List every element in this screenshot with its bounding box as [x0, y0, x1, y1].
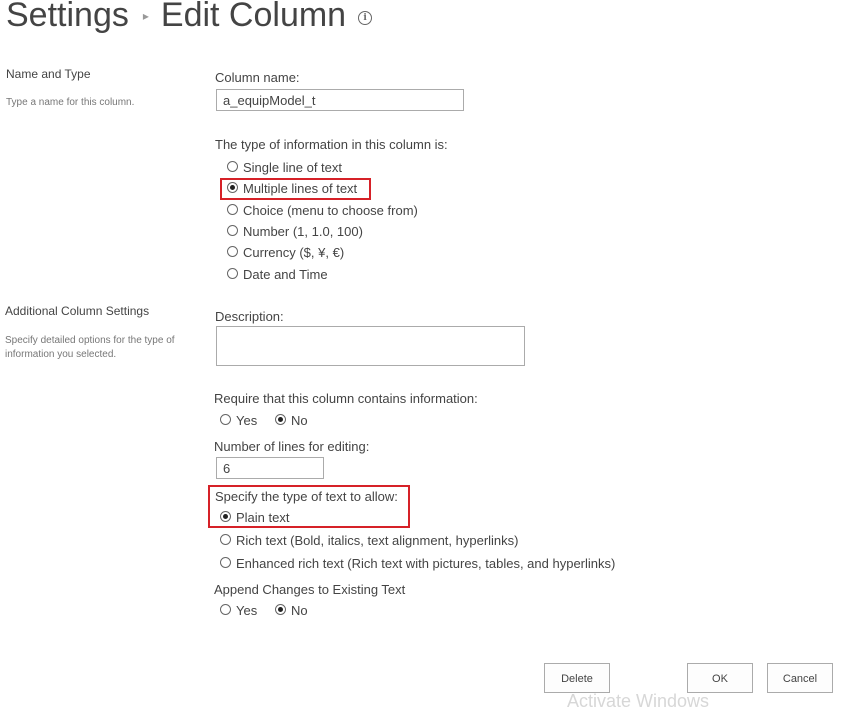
text-option-plain[interactable]: Plain text	[220, 509, 289, 527]
type-option-label: Single line of text	[243, 160, 343, 175]
description-label: Description:	[215, 309, 284, 324]
append-yes-option[interactable]: Yes	[220, 602, 257, 620]
type-option-single-line[interactable]: Single line of text	[227, 159, 342, 177]
page-title: Edit Column	[160, 0, 347, 34]
type-option-label: Choice (menu to choose from)	[243, 203, 418, 218]
append-yes-label: Yes	[236, 603, 258, 618]
radio-append-no[interactable]	[275, 604, 286, 616]
radio-plain-text[interactable]	[220, 511, 231, 523]
description-textarea[interactable]	[216, 326, 525, 366]
type-option-multiple-lines[interactable]: Multiple lines of text	[227, 180, 357, 198]
radio-choice[interactable]	[227, 204, 238, 216]
cancel-button[interactable]: Cancel	[767, 663, 833, 693]
require-no-label: No	[291, 413, 308, 428]
lines-input[interactable]	[216, 457, 324, 479]
radio-require-yes[interactable]	[220, 414, 231, 426]
type-info-label: The type of information in this column i…	[215, 137, 448, 152]
radio-require-no[interactable]	[275, 414, 286, 426]
append-no-option[interactable]: No	[275, 602, 308, 620]
section-desc-additional-2: information you selected.	[5, 349, 117, 360]
radio-currency[interactable]	[227, 246, 238, 258]
text-type-label: Specify the type of text to allow:	[215, 489, 398, 504]
section-desc-additional-1: Specify detailed options for the type of	[5, 335, 175, 346]
breadcrumb-settings-link[interactable]: Settings	[6, 0, 129, 34]
require-yes-option[interactable]: Yes	[220, 412, 257, 430]
radio-date-time[interactable]	[227, 268, 238, 280]
type-option-label: Currency ($, ¥, €)	[243, 245, 345, 260]
section-desc-name-type: Type a name for this column.	[6, 97, 135, 108]
ok-button[interactable]: OK	[687, 663, 753, 693]
append-label: Append Changes to Existing Text	[214, 582, 406, 597]
info-icon[interactable]: i	[358, 11, 373, 25]
text-option-label: Plain text	[236, 510, 290, 525]
require-no-option[interactable]: No	[275, 412, 308, 430]
column-name-input[interactable]	[216, 89, 464, 111]
radio-rich-text[interactable]	[220, 534, 231, 546]
text-option-rich[interactable]: Rich text (Bold, italics, text alignment…	[220, 532, 519, 550]
type-option-label: Number (1, 1.0, 100)	[243, 224, 363, 239]
radio-append-yes[interactable]	[220, 604, 231, 616]
breadcrumb-separator-icon: ▸	[142, 8, 149, 23]
type-option-choice[interactable]: Choice (menu to choose from)	[227, 202, 418, 220]
breadcrumb: Settings ▸ Edit Column i	[6, 0, 373, 40]
text-option-label: Enhanced rich text (Rich text with pictu…	[236, 556, 616, 571]
require-yes-label: Yes	[236, 413, 258, 428]
require-label: Require that this column contains inform…	[214, 391, 478, 406]
delete-button[interactable]: Delete	[544, 663, 610, 693]
radio-number[interactable]	[227, 225, 238, 237]
text-option-label: Rich text (Bold, italics, text alignment…	[236, 533, 519, 548]
radio-multiple-lines[interactable]	[227, 182, 238, 194]
text-option-enhanced[interactable]: Enhanced rich text (Rich text with pictu…	[220, 555, 615, 573]
type-option-label: Multiple lines of text	[243, 181, 358, 196]
column-name-label: Column name:	[215, 70, 300, 85]
radio-enhanced-text[interactable]	[220, 557, 231, 569]
type-option-label: Date and Time	[243, 267, 328, 282]
lines-label: Number of lines for editing:	[214, 439, 370, 454]
type-option-date-time[interactable]: Date and Time	[227, 266, 328, 284]
type-option-currency[interactable]: Currency ($, ¥, €)	[227, 244, 344, 262]
type-option-number[interactable]: Number (1, 1.0, 100)	[227, 223, 363, 241]
append-no-label: No	[291, 603, 308, 618]
radio-single-line[interactable]	[227, 161, 238, 173]
section-title-additional: Additional Column Settings	[5, 304, 150, 318]
section-title-name-type: Name and Type	[6, 67, 91, 81]
activate-windows-watermark: Activate Windows	[567, 691, 710, 711]
